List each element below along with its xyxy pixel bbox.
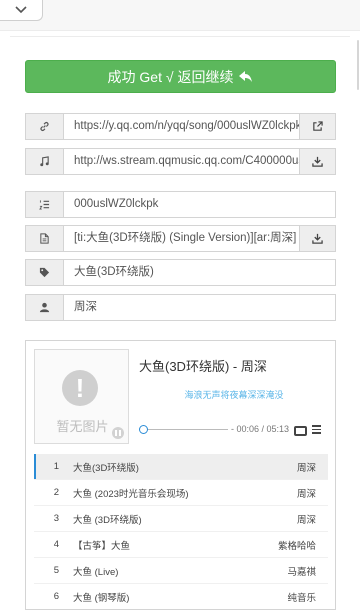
reply-icon bbox=[239, 70, 253, 82]
progress-handle[interactable] bbox=[138, 425, 148, 434]
playlist-item[interactable]: 4 【古筝】大鱼 紫格哈哈 bbox=[34, 532, 328, 557]
playlist: 1 大鱼(3D环绕版) 周深 2 大鱼 (2023时光音乐会现场) 周深 3 大鱼 (3D环绕… bbox=[34, 454, 328, 609]
user-icon bbox=[39, 302, 50, 313]
success-return-button[interactable]: 成功 Get √ 返回继续 bbox=[25, 60, 336, 93]
player-title: 大鱼(3D环绕版) - 周深 bbox=[139, 359, 267, 374]
exclamation-icon: ! bbox=[62, 370, 98, 406]
track-artist: 周深 bbox=[296, 514, 316, 526]
url-field[interactable]: https://y.qq.com/n/yqq/song/000uslWZ0lck… bbox=[64, 114, 299, 139]
song-id-field[interactable]: 000uslWZ0lckpk bbox=[64, 192, 335, 217]
track-number: 4 bbox=[53, 539, 59, 550]
track-artist: 纯音乐 bbox=[287, 592, 316, 604]
playlist-menu-icon[interactable] bbox=[312, 425, 321, 436]
open-link-button[interactable] bbox=[299, 114, 335, 139]
track-artist: 周深 bbox=[296, 488, 316, 500]
track-number: 6 bbox=[53, 591, 59, 602]
playlist-item[interactable]: 6 大鱼 (钢琴版) 纯音乐 bbox=[34, 584, 328, 609]
stream-url-field[interactable]: http://ws.stream.qqmusic.qq.com/C400000u… bbox=[64, 149, 299, 174]
playlist-item[interactable]: 5 大鱼 (Live) 马嘉祺 bbox=[34, 558, 328, 583]
playlist-item[interactable]: 2 大鱼 (2023时光音乐会现场) 周深 bbox=[34, 480, 328, 505]
current-lyric: 海浪无声将夜幕深深淹没 bbox=[184, 390, 284, 400]
scrollbar[interactable] bbox=[357, 40, 359, 90]
list-ol-icon bbox=[39, 200, 50, 210]
pause-icon[interactable] bbox=[112, 427, 124, 439]
track-title: 大鱼 (Live) bbox=[73, 566, 119, 578]
success-label: 成功 Get √ 返回继续 bbox=[107, 68, 234, 85]
playlist-item[interactable]: 1 大鱼(3D环绕版) 周深 bbox=[34, 454, 328, 479]
track-number: 3 bbox=[53, 513, 59, 524]
loop-icon[interactable] bbox=[294, 426, 307, 436]
track-artist: 周深 bbox=[296, 462, 316, 474]
track-artist: 紫格哈哈 bbox=[277, 540, 316, 552]
collapse-toggle-button[interactable] bbox=[0, 0, 43, 21]
progress-track[interactable] bbox=[142, 429, 228, 430]
playlist-item[interactable]: 3 大鱼 (3D环绕版) 周深 bbox=[34, 506, 328, 531]
track-title: 大鱼(3D环绕版) bbox=[73, 462, 139, 474]
download-icon bbox=[312, 156, 323, 167]
track-title: 大鱼 (3D环绕版) bbox=[73, 514, 142, 526]
stream-row: http://ws.stream.qqmusic.qq.com/C400000u… bbox=[25, 148, 336, 175]
link-icon bbox=[40, 121, 49, 132]
lrc-row: [ti:大鱼(3D环绕版) (Single Version)][ar:周深] bbox=[25, 225, 336, 252]
song-id-row: 000uslWZ0lckpk bbox=[25, 191, 336, 218]
album-cover-placeholder: ! 暂无图片 bbox=[34, 349, 129, 444]
artist-field[interactable]: 周深 bbox=[64, 295, 335, 320]
top-bar bbox=[0, 0, 360, 31]
artist-row: 周深 bbox=[25, 294, 336, 321]
player-time: - 00:06 / 05:13 bbox=[231, 424, 290, 434]
download-stream-button[interactable] bbox=[299, 149, 335, 174]
track-title: 【古筝】大鱼 bbox=[73, 540, 131, 552]
music-player: ! 暂无图片 大鱼(3D环绕版) - 周深 海浪无声将夜幕深深淹没 - 00:0… bbox=[25, 340, 336, 610]
track-number: 5 bbox=[53, 565, 59, 576]
download-icon bbox=[312, 233, 323, 244]
chevron-down-icon bbox=[15, 6, 27, 14]
tag-icon bbox=[39, 267, 50, 278]
external-link-icon bbox=[313, 121, 323, 131]
url-row: https://y.qq.com/n/yqq/song/000uslWZ0lck… bbox=[25, 113, 336, 140]
track-number: 1 bbox=[53, 461, 59, 472]
divider bbox=[10, 36, 350, 37]
track-number: 2 bbox=[53, 487, 59, 498]
file-icon bbox=[40, 233, 49, 244]
lrc-field[interactable]: [ti:大鱼(3D环绕版) (Single Version)][ar:周深] bbox=[64, 226, 299, 251]
track-artist: 马嘉祺 bbox=[287, 566, 316, 578]
track-title: 大鱼 (2023时光音乐会现场) bbox=[73, 488, 189, 500]
song-name-field[interactable]: 大鱼(3D环绕版) bbox=[64, 260, 335, 285]
track-title: 大鱼 (钢琴版) bbox=[73, 592, 130, 604]
download-lrc-button[interactable] bbox=[299, 226, 335, 251]
song-name-row: 大鱼(3D环绕版) bbox=[25, 259, 336, 286]
music-icon bbox=[40, 156, 49, 167]
